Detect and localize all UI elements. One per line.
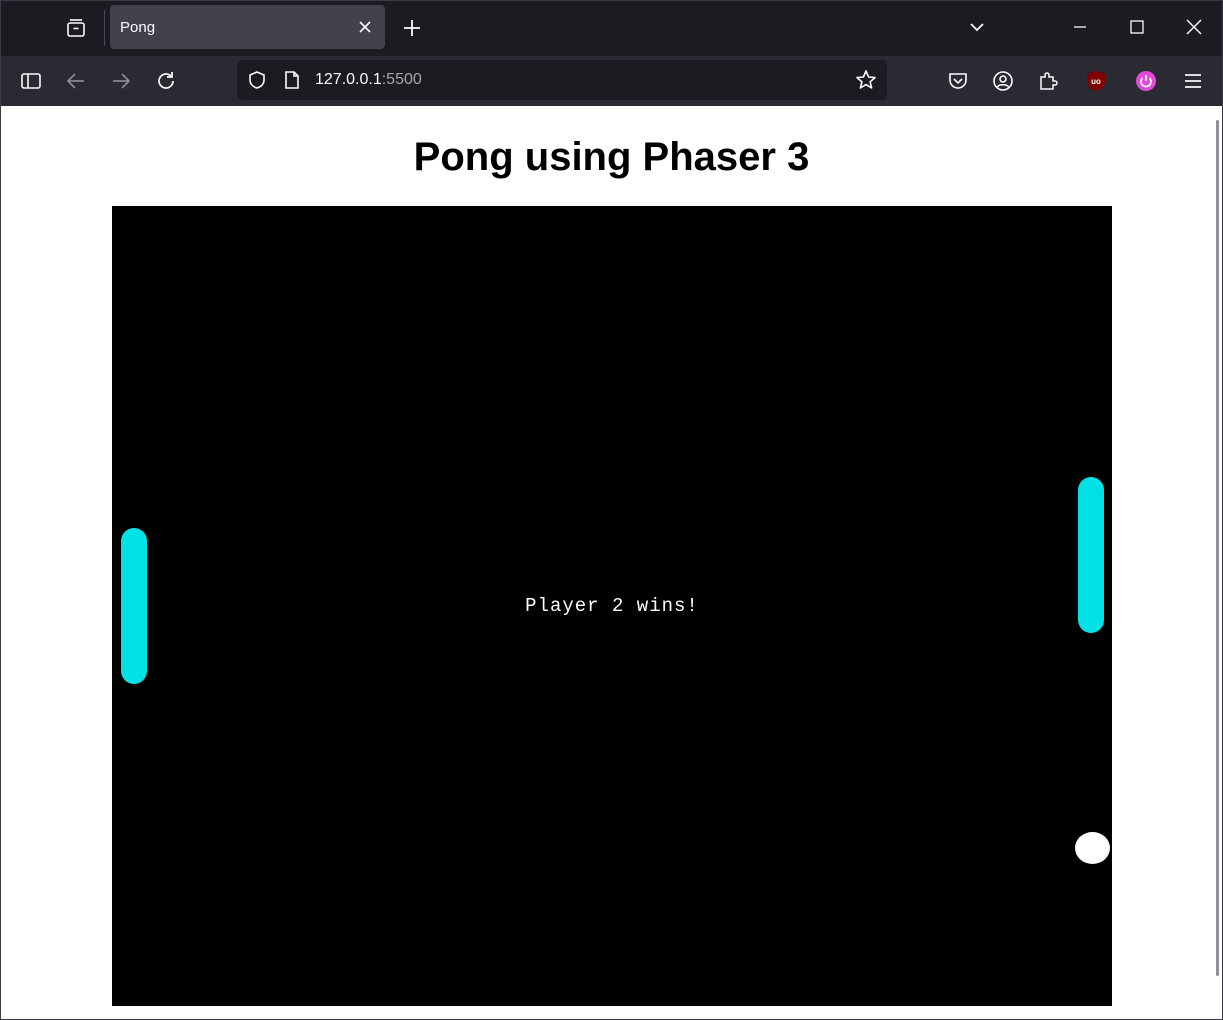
svg-text:uo: uo (1091, 77, 1101, 86)
hamburger-menu-icon[interactable] (1180, 68, 1206, 94)
url-text[interactable]: 127.0.0.1:5500 (315, 71, 422, 89)
ball (1075, 832, 1110, 864)
tab-divider (104, 10, 105, 46)
url-host: 127.0.0.1 (315, 71, 382, 88)
forward-arrow-icon[interactable] (108, 68, 134, 94)
page-scrollbar[interactable] (1214, 106, 1222, 1019)
tab-title: Pong (120, 19, 156, 36)
sidebar-icon[interactable] (18, 68, 44, 94)
navigation-toolbar: 127.0.0.1:5500 uo (0, 56, 1223, 106)
page-title: Pong using Phaser 3 (413, 135, 810, 179)
account-icon[interactable] (990, 68, 1016, 94)
plus-icon[interactable] (399, 15, 425, 41)
back-arrow-icon[interactable] (63, 68, 89, 94)
tab-pong[interactable]: Pong (110, 5, 385, 49)
tab-overview-icon[interactable] (58, 12, 94, 44)
ublock-icon[interactable]: uo (1083, 68, 1109, 94)
puzzle-icon[interactable] (1035, 68, 1061, 94)
star-icon[interactable] (854, 68, 878, 92)
close-icon[interactable] (1181, 14, 1207, 40)
close-icon[interactable] (355, 17, 375, 37)
page-viewport: Pong using Phaser 3 Player 2 wins! (1, 106, 1222, 1019)
url-port: :5500 (381, 71, 422, 88)
page-icon[interactable] (280, 68, 304, 92)
game-canvas[interactable]: Player 2 wins! (112, 206, 1112, 1006)
minimize-icon[interactable] (1067, 14, 1093, 40)
url-bar[interactable]: 127.0.0.1:5500 (237, 60, 887, 100)
game-status-text: Player 2 wins! (525, 595, 699, 617)
pocket-icon[interactable] (945, 68, 971, 94)
scrollbar-thumb[interactable] (1216, 120, 1219, 976)
chevron-down-icon[interactable] (964, 14, 990, 40)
reload-icon[interactable] (153, 68, 179, 94)
shield-icon[interactable] (245, 68, 269, 92)
tab-strip: Pong (0, 0, 1223, 56)
power-icon[interactable] (1133, 68, 1159, 94)
maximize-icon[interactable] (1124, 14, 1150, 40)
